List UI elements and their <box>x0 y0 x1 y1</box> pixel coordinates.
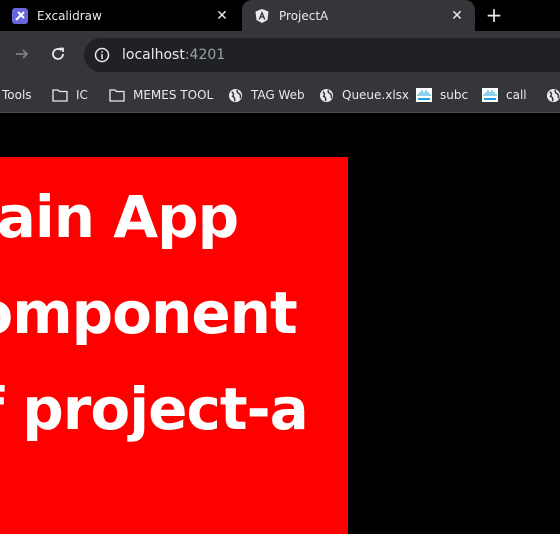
cisco-icon <box>416 87 432 103</box>
url-host: localhost <box>122 47 185 63</box>
reload-icon <box>52 47 64 60</box>
reload-button[interactable] <box>46 42 70 66</box>
info-icon <box>94 47 110 63</box>
bookmark-label: Tools <box>2 88 32 102</box>
tab-excalidraw[interactable]: Excalidraw ✕ <box>0 0 240 31</box>
browser-toolbar: localhost:4201 <box>0 31 560 77</box>
bookmark-label: MEMES TOOL <box>133 88 214 102</box>
excalidraw-icon <box>12 7 28 24</box>
address-bar[interactable]: localhost:4201 <box>84 38 560 72</box>
bookmark-call[interactable]: call <box>482 77 527 113</box>
tab-title: Excalidraw <box>37 8 102 23</box>
globe-icon <box>227 87 243 103</box>
close-tab-icon[interactable]: ✕ <box>447 6 467 26</box>
bookmark-tools[interactable]: Tools <box>2 77 32 113</box>
close-tab-icon[interactable]: ✕ <box>212 6 232 26</box>
bookmark-queue[interactable]: Queue.xlsx <box>318 77 409 113</box>
arrow-right-icon <box>16 49 29 59</box>
bookmark-tag-web[interactable]: TAG Web <box>227 77 305 113</box>
folder-icon <box>109 87 125 103</box>
tab-title: ProjectA <box>279 8 329 23</box>
app-component-box: Main App component of project-a <box>0 157 348 534</box>
bookmark-more[interactable] <box>545 77 560 113</box>
angular-icon <box>254 8 270 24</box>
bookmark-label: call <box>506 88 527 102</box>
bookmark-label: subc <box>440 88 469 102</box>
globe-icon <box>318 87 334 103</box>
folder-icon <box>52 87 68 103</box>
tab-strip: Excalidraw ✕ ProjectA ✕ + <box>0 0 560 31</box>
page-viewport: Main App component of project-a <box>0 113 560 534</box>
cisco-icon <box>482 87 498 103</box>
tab-projecta[interactable]: ProjectA ✕ <box>242 0 475 31</box>
bookmarks-bar: Tools IC MEMES TOOL TAG Web Queue.xlsx s… <box>0 77 560 113</box>
bookmark-folder-memes-tool[interactable]: MEMES TOOL <box>109 77 213 113</box>
new-tab-button[interactable]: + <box>482 3 506 27</box>
forward-button[interactable] <box>10 42 34 66</box>
bookmark-label: TAG Web <box>251 88 305 102</box>
bookmark-subc[interactable]: subc <box>416 77 468 113</box>
url-port: :4201 <box>184 47 226 63</box>
globe-icon <box>545 87 560 103</box>
url-text: localhost:4201 <box>122 47 225 63</box>
page-heading: Main App component of project-a <box>0 183 309 443</box>
bookmark-folder-ic[interactable]: IC <box>52 77 88 113</box>
bookmark-label: IC <box>76 88 88 102</box>
bookmark-label: Queue.xlsx <box>342 88 410 102</box>
